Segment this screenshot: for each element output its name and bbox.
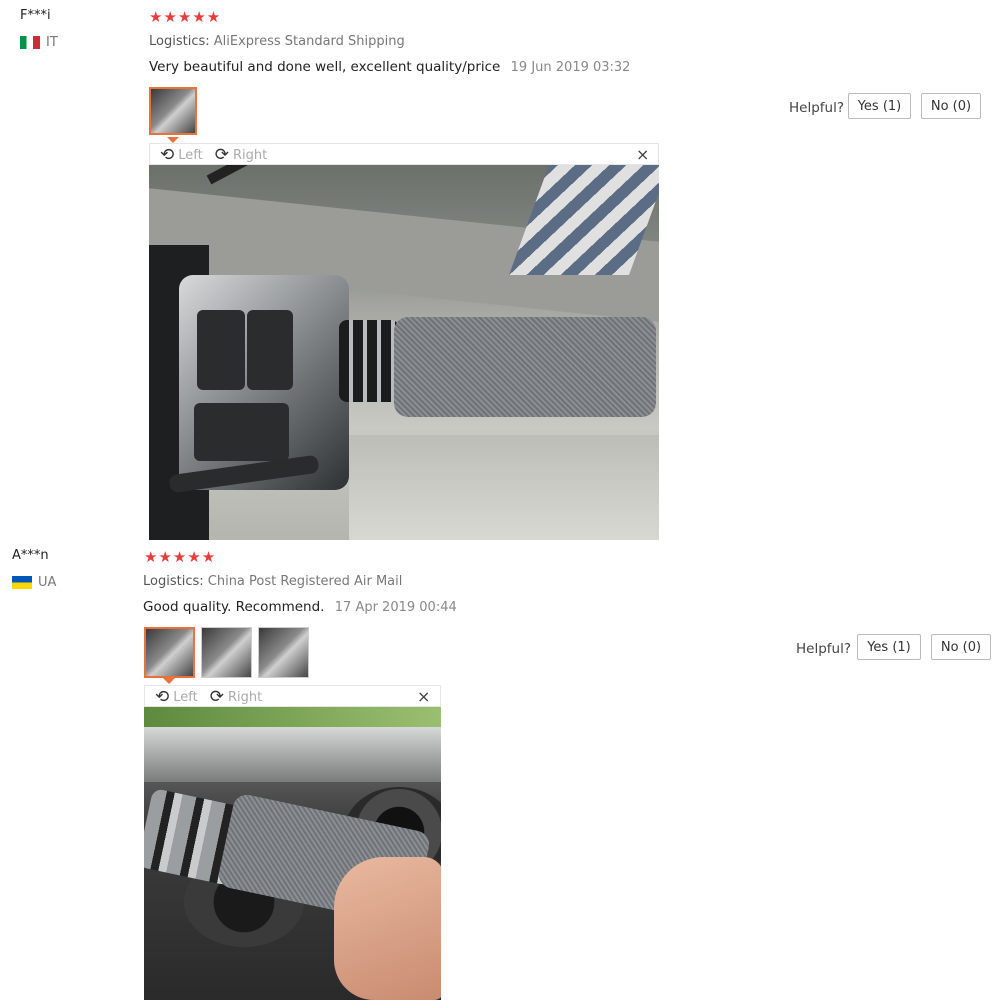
close-viewer-icon[interactable]: ×: [636, 145, 649, 164]
helpful-yes-button[interactable]: Yes (1): [848, 93, 911, 119]
rotate-right-label: Right: [227, 689, 263, 705]
feedback-text: Good quality. Recommend.: [143, 599, 325, 615]
logistics-value: China Post Registered Air Mail: [207, 574, 403, 589]
helpful-no-button[interactable]: No (0): [921, 93, 981, 119]
helpful-no-button[interactable]: No (0): [931, 634, 991, 660]
logistics-label: Logistics:: [149, 34, 210, 49]
feedback-text: Very beautiful and done well, excellent …: [149, 59, 501, 75]
close-viewer-icon[interactable]: ×: [417, 687, 430, 706]
rotate-right-button[interactable]: ⟳ Right: [210, 687, 262, 707]
helpful-label: Helpful?: [789, 100, 845, 116]
rotate-right-icon: ⟳: [214, 145, 229, 165]
rotate-left-icon: ⟲: [160, 145, 175, 165]
logistics-value: AliExpress Standard Shipping: [213, 34, 405, 49]
image-viewer-toolbar: ⟲ Left ⟳ Right ×: [144, 685, 441, 707]
logistics-info: Logistics: China Post Registered Air Mai…: [143, 574, 402, 589]
rotate-right-label: Right: [232, 147, 268, 163]
feedback-text-row: Good quality. Recommend. 17 Apr 2019 00:…: [143, 599, 457, 615]
logistics-label: Logistics:: [143, 574, 204, 589]
reviewer-country: IT: [20, 35, 58, 50]
flag-it-icon: [20, 36, 40, 49]
rotate-right-button[interactable]: ⟳ Right: [215, 145, 267, 165]
review-photo-thumbnail[interactable]: [149, 87, 197, 135]
country-code: UA: [38, 575, 57, 590]
helpful-label: Helpful?: [796, 641, 852, 657]
logistics-info: Logistics: AliExpress Standard Shipping: [149, 34, 405, 49]
reviewer-name: F***i: [20, 8, 51, 23]
rotate-left-label: Left: [178, 147, 203, 163]
feedback-text-row: Very beautiful and done well, excellent …: [149, 59, 630, 75]
review-photo-thumbnail[interactable]: [144, 627, 195, 678]
rotate-left-button[interactable]: ⟲ Left: [160, 145, 203, 165]
flag-ua-icon: [12, 576, 32, 589]
star-rating: ★★★★★: [144, 548, 217, 566]
rotate-left-button[interactable]: ⟲ Left: [155, 687, 198, 707]
review-date: 19 Jun 2019 03:32: [510, 60, 631, 75]
image-viewer-toolbar: ⟲ Left ⟳ Right ×: [149, 143, 659, 165]
reviewer-country: UA: [12, 575, 56, 590]
rotate-left-label: Left: [173, 689, 198, 705]
thumbnail-caret: [163, 678, 175, 684]
review-photo-large: [144, 707, 441, 1000]
star-rating: ★★★★★: [149, 8, 222, 26]
helpful-yes-button[interactable]: Yes (1): [857, 634, 921, 660]
review-photo-large: [149, 165, 659, 540]
rotate-right-icon: ⟳: [209, 687, 224, 707]
rotate-left-icon: ⟲: [155, 687, 170, 707]
country-code: IT: [46, 35, 58, 50]
review-photo-thumbnail[interactable]: [258, 627, 309, 678]
review-date: 17 Apr 2019 00:44: [334, 600, 457, 615]
review-photo-thumbnail[interactable]: [201, 627, 252, 678]
reviewer-name: A***n: [12, 548, 49, 563]
